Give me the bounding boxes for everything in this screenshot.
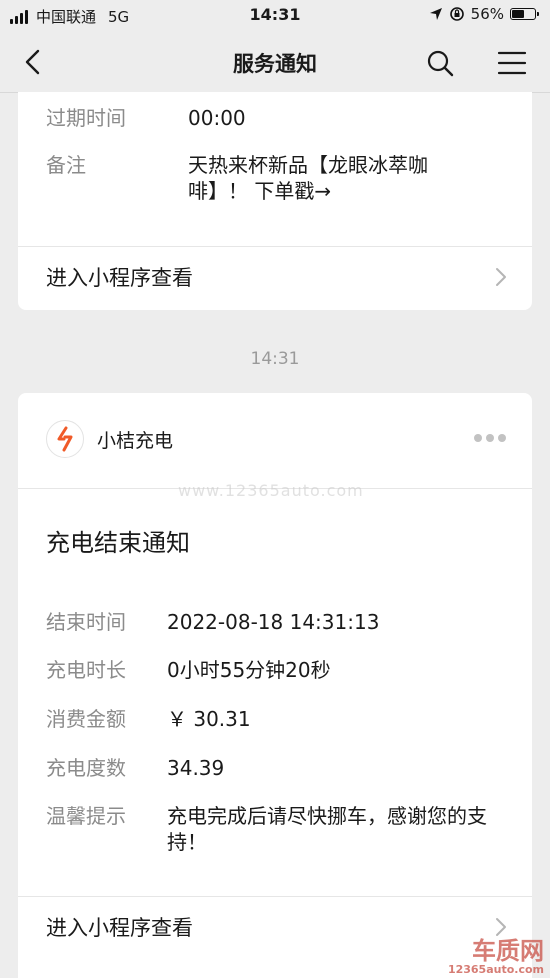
status-bar: 中国联通 5G 14:31 56% [0, 0, 550, 34]
detail-label: 温馨提示 [46, 804, 126, 828]
battery-icon [510, 8, 539, 20]
nav-bar: 服务通知 [0, 34, 550, 93]
detail-label: 过期时间 [46, 106, 126, 130]
open-miniprogram-link[interactable]: 进入小程序查看 [46, 912, 508, 942]
service-brand[interactable]: 小桔充电 [46, 420, 173, 458]
open-miniprogram-link[interactable]: 进入小程序查看 [46, 262, 508, 292]
notification-card-previous: 过期时间 00:00 备注 天热来杯新品【龙眼冰萃咖啡】！ 下单戳→ 进入小程序… [18, 92, 532, 310]
divider [18, 246, 532, 247]
notice-title: 充电结束通知 [46, 529, 190, 557]
detail-value: 0小时55分钟20秒 [167, 658, 331, 682]
detail-value: ￥ 30.31 [167, 707, 251, 731]
corner-watermark: 车质网 12365auto.com [448, 938, 544, 976]
detail-value: 充电完成后请尽快挪车，感谢您的支持！ [167, 804, 487, 854]
detail-value: 00:00 [188, 106, 246, 130]
watermark: www.12365auto.com [178, 481, 364, 500]
detail-value: 2022-08-18 14:31:13 [167, 610, 380, 634]
search-icon[interactable] [424, 47, 456, 79]
detail-row-amount: 消费金额 ￥ 30.31 [46, 706, 512, 732]
divider [18, 896, 532, 897]
lightning-logo-icon [57, 426, 73, 452]
brand-name: 小桔充电 [97, 429, 174, 452]
detail-row-remark: 备注 天热来杯新品【龙眼冰萃咖啡】！ 下单戳→ [46, 152, 512, 204]
detail-label: 消费金额 [46, 707, 126, 731]
detail-label: 充电度数 [46, 756, 126, 780]
orientation-lock-icon [449, 7, 464, 21]
status-right: 56% [429, 5, 539, 23]
detail-value: 天热来杯新品【龙眼冰萃咖啡】！ 下单戳→ [188, 153, 428, 203]
menu-icon[interactable] [496, 47, 528, 79]
battery-percent: 56% [470, 5, 504, 23]
detail-row-tip: 温馨提示 充电完成后请尽快挪车，感谢您的支持！ [46, 803, 512, 855]
chevron-right-icon [496, 918, 506, 936]
detail-label: 备注 [46, 153, 86, 177]
detail-label: 结束时间 [46, 610, 126, 634]
brand-logo [46, 420, 84, 458]
location-arrow-icon [429, 8, 442, 20]
message-timestamp: 14:31 [250, 349, 300, 369]
link-label: 进入小程序查看 [46, 266, 193, 290]
watermark-brand: 车质网 [472, 937, 544, 965]
detail-row-energy: 充电度数 34.39 [46, 755, 512, 781]
detail-row-expiry: 过期时间 00:00 [46, 105, 512, 131]
detail-row-end-time: 结束时间 2022-08-18 14:31:13 [46, 609, 512, 635]
chevron-right-icon [496, 268, 506, 286]
notification-card-charging: 小桔充电 www.12365auto.com 充电结束通知 结束时间 2022-… [18, 393, 532, 978]
page-title: 服务通知 [233, 52, 317, 76]
more-options-icon[interactable] [474, 434, 506, 442]
detail-row-duration: 充电时长 0小时55分钟20秒 [46, 657, 512, 683]
link-label: 进入小程序查看 [46, 916, 193, 940]
battery-fill [512, 10, 525, 18]
watermark-site: 12365auto.com [447, 963, 544, 976]
detail-label: 充电时长 [46, 658, 126, 682]
detail-value: 34.39 [167, 756, 225, 780]
